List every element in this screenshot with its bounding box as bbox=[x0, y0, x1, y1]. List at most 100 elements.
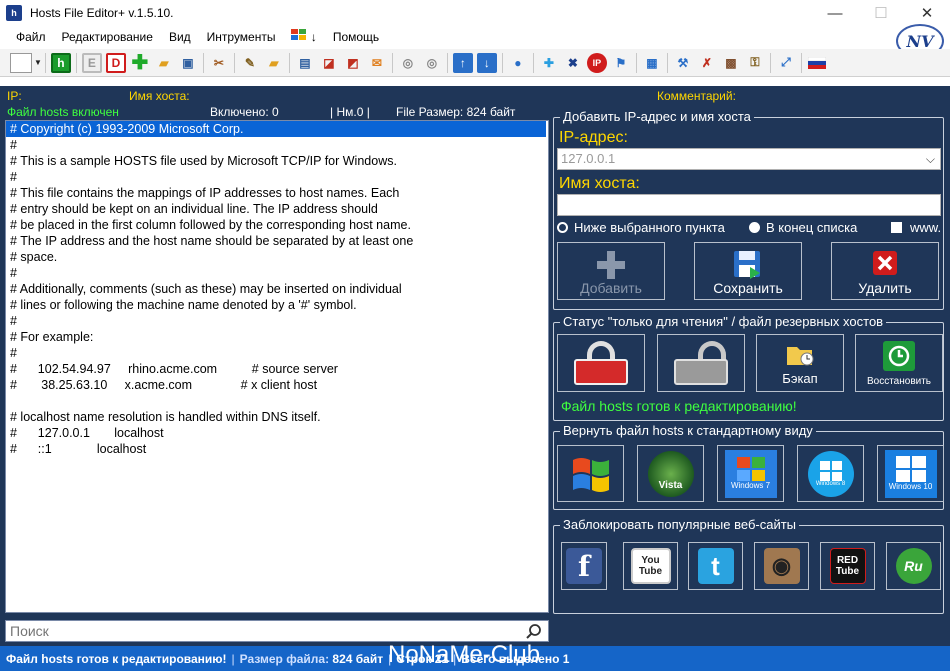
search-input[interactable] bbox=[10, 623, 510, 639]
table-icon[interactable]: ▦ bbox=[642, 53, 662, 73]
editor-line[interactable]: # Additionally, comments (such as these)… bbox=[6, 281, 548, 297]
menu-windows[interactable]: ↓ bbox=[283, 26, 324, 48]
block-facebook-button[interactable]: f bbox=[561, 542, 607, 590]
editor-line[interactable]: # The IP address and the host name shoul… bbox=[6, 233, 548, 249]
close-button[interactable]: ✕ bbox=[904, 0, 950, 26]
flag-icon[interactable]: ⚑ bbox=[611, 53, 631, 73]
windows-7-icon: Windows 7 bbox=[724, 449, 777, 498]
fullscreen-icon[interactable]: ⤢ bbox=[776, 53, 796, 73]
export-icon[interactable]: ◩ bbox=[343, 53, 363, 73]
backup-button[interactable]: Бэкап bbox=[756, 334, 844, 392]
language-flag-icon[interactable] bbox=[807, 53, 827, 73]
check-2-icon[interactable]: ◎ bbox=[422, 53, 442, 73]
block-instagram-button[interactable]: ◉ bbox=[754, 542, 809, 590]
block-redtube-button[interactable]: RED Tube bbox=[820, 542, 875, 590]
search-icon[interactable] bbox=[525, 623, 543, 641]
block-twitter-button[interactable]: t bbox=[688, 542, 743, 590]
block-ru-button[interactable]: Ru bbox=[886, 542, 941, 590]
save-button[interactable]: Сохранить bbox=[694, 242, 802, 300]
editor-line[interactable]: # bbox=[6, 313, 548, 329]
package-icon[interactable]: ▩ bbox=[721, 53, 741, 73]
restore-win10-button[interactable]: Windows 10 bbox=[877, 445, 944, 502]
notepad-icon[interactable]: ✎ bbox=[240, 53, 260, 73]
edit-e-button[interactable]: E bbox=[81, 52, 102, 73]
color-picker[interactable] bbox=[10, 52, 32, 73]
editor-line[interactable] bbox=[6, 393, 548, 409]
hosts-editor[interactable]: # Copyright (c) 1993-2009 Microsoft Corp… bbox=[5, 120, 549, 613]
radio-dot[interactable] bbox=[557, 222, 568, 233]
bug-icon[interactable]: ✗ bbox=[697, 53, 717, 73]
restore-win8-button[interactable]: Windows 8 bbox=[797, 445, 864, 502]
editor-line[interactable]: # 127.0.0.1 localhost bbox=[6, 425, 548, 441]
open-folder-icon[interactable]: ▰ bbox=[154, 53, 174, 73]
editor-line[interactable]: # be placed in the first column followed… bbox=[6, 217, 548, 233]
editor-line[interactable]: # bbox=[6, 137, 548, 153]
chevron-down-icon[interactable]: ⌵ bbox=[926, 149, 935, 169]
unlock-button[interactable] bbox=[657, 334, 745, 392]
save-disk-icon[interactable]: ▣ bbox=[178, 53, 198, 73]
statusbar-ready: Файл hosts готов к редактированию! bbox=[6, 651, 227, 666]
editor-line[interactable]: # localhost name resolution is handled w… bbox=[6, 409, 548, 425]
editor-line[interactable]: # lines or following the machine name de… bbox=[6, 297, 548, 313]
restore-vista-button[interactable]: Vista bbox=[637, 445, 704, 502]
minimize-button[interactable]: — bbox=[812, 0, 858, 26]
editor-line[interactable]: # 38.25.63.10 x.acme.com # x client host bbox=[6, 377, 548, 393]
add-button[interactable]: Добавить bbox=[557, 242, 665, 300]
network-icon[interactable]: ✚ bbox=[539, 53, 559, 73]
menu-view[interactable]: Вид bbox=[161, 26, 199, 48]
lock-icon[interactable]: ⚿ bbox=[745, 53, 765, 73]
locked-icon bbox=[574, 341, 628, 385]
import-icon[interactable]: ✉ bbox=[367, 53, 387, 73]
block-youtube-button[interactable]: You Tube bbox=[623, 542, 678, 590]
move-down-icon[interactable]: ↓ bbox=[476, 52, 497, 73]
radio-end-of-list[interactable]: В конец списка bbox=[749, 220, 857, 235]
www-checkbox[interactable]: www. bbox=[891, 220, 941, 235]
delete-d-button[interactable]: D bbox=[105, 52, 126, 73]
editor-line[interactable]: # space. bbox=[6, 249, 548, 265]
ip-address-combo[interactable]: 127.0.0.1 ⌵ bbox=[557, 148, 941, 170]
editor-line[interactable]: # This is a sample HOSTS file used by Mi… bbox=[6, 153, 548, 169]
radio-below-selected[interactable]: Ниже выбранного пункта bbox=[557, 220, 725, 235]
folder-icon[interactable]: ▰ bbox=[264, 53, 284, 73]
restore-xp-button[interactable] bbox=[557, 445, 624, 502]
menu-tools[interactable]: Интрументы bbox=[199, 26, 284, 48]
menu-file[interactable]: Файл bbox=[8, 26, 54, 48]
delete-button[interactable]: Удалить bbox=[831, 242, 939, 300]
globe-icon[interactable]: ● bbox=[508, 53, 528, 73]
hosts-h-button[interactable]: h bbox=[50, 52, 71, 73]
editor-line[interactable]: # For example: bbox=[6, 329, 548, 345]
hostname-input[interactable] bbox=[557, 194, 941, 216]
check-1-icon[interactable]: ◎ bbox=[398, 53, 418, 73]
facebook-icon: f bbox=[566, 548, 602, 584]
restore-win7-button[interactable]: Windows 7 bbox=[717, 445, 784, 502]
editor-line[interactable]: # bbox=[6, 265, 548, 281]
tools-icon[interactable]: ✂ bbox=[209, 53, 229, 73]
window-title: Hosts File Editor+ v.1.5.10. bbox=[30, 6, 174, 20]
checkbox-box[interactable] bbox=[891, 222, 902, 233]
window-icon[interactable]: ▤ bbox=[295, 53, 315, 73]
delete-button-label: Удалить bbox=[858, 280, 912, 296]
color-dropdown-icon[interactable]: ▼ bbox=[34, 58, 42, 67]
backup-icon[interactable]: ◪ bbox=[319, 53, 339, 73]
lock-readonly-button[interactable] bbox=[557, 334, 645, 392]
broom-icon[interactable]: ⚒ bbox=[673, 53, 693, 73]
editor-line[interactable]: # Copyright (c) 1993-2009 Microsoft Corp… bbox=[6, 121, 546, 137]
editor-line[interactable]: # bbox=[6, 345, 548, 361]
menu-edit[interactable]: Редактирование bbox=[54, 26, 161, 48]
block-icon[interactable]: ✖ bbox=[563, 53, 583, 73]
move-up-icon[interactable]: ↑ bbox=[452, 52, 473, 73]
ip-icon[interactable]: IP bbox=[586, 52, 607, 73]
editor-line[interactable]: # bbox=[6, 169, 548, 185]
menu-help[interactable]: Помощь bbox=[325, 26, 387, 48]
radio-dot[interactable] bbox=[749, 222, 760, 233]
maximize-button[interactable]: ☐ bbox=[858, 0, 904, 26]
twitter-icon: t bbox=[697, 548, 734, 584]
radio-below-label: Ниже выбранного пункта bbox=[574, 220, 725, 235]
editor-line[interactable]: # This file contains the mappings of IP … bbox=[6, 185, 548, 201]
restore-button[interactable]: Восстановить bbox=[855, 334, 943, 392]
editor-line[interactable]: # 102.54.94.97 rhino.acme.com # source s… bbox=[6, 361, 548, 377]
add-plus-icon[interactable]: ✚ bbox=[130, 52, 150, 74]
comment-header: Комментарий: bbox=[657, 89, 736, 103]
editor-line[interactable]: # ::1 localhost bbox=[6, 441, 548, 457]
editor-line[interactable]: # entry should be kept on an individual … bbox=[6, 201, 548, 217]
